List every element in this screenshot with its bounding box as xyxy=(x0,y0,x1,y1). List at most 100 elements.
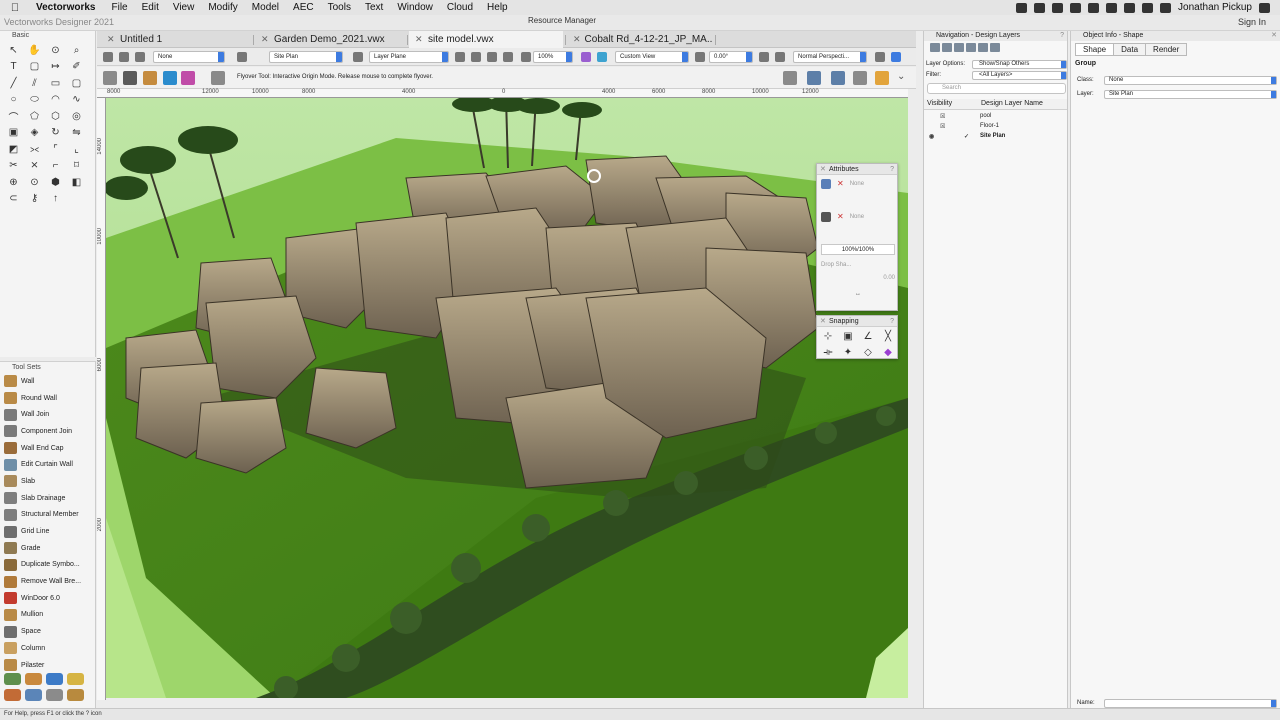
smart-points-icon[interactable]: ◇ xyxy=(858,344,878,360)
connect-tool-icon[interactable]: ⌐ xyxy=(45,158,66,175)
tab-shape[interactable]: Shape xyxy=(1075,43,1115,56)
grayed-visibility-icon[interactable]: ☒ xyxy=(940,113,945,120)
line-tool-icon[interactable]: ╱ xyxy=(3,75,24,92)
back-arrow-icon[interactable] xyxy=(103,52,113,62)
standard-view-select[interactable]: Custom View xyxy=(615,51,689,63)
toolset-item[interactable]: Grade xyxy=(0,540,95,557)
eyedropper-tool-icon[interactable]: ✐ xyxy=(66,59,87,76)
close-icon[interactable]: ✕ xyxy=(261,34,270,45)
active-class-select[interactable]: None xyxy=(153,51,225,63)
visible-eye-icon[interactable]: ◉ xyxy=(929,133,934,140)
split-tool-icon[interactable]: ✂ xyxy=(3,158,24,175)
close-icon[interactable]: ✕ xyxy=(820,164,826,175)
freehand-tool-icon[interactable]: ∿ xyxy=(66,92,87,109)
selection-tool-icon[interactable]: ↖ xyxy=(3,42,24,59)
layer-select[interactable]: Site Plan xyxy=(1104,89,1277,99)
unified-view-icon[interactable] xyxy=(875,71,889,85)
user-icon[interactable] xyxy=(1160,2,1172,13)
close-icon[interactable]: ✕ xyxy=(1271,31,1277,41)
search-icon[interactable] xyxy=(1142,2,1154,13)
grayed-visibility-icon[interactable]: ☒ xyxy=(940,123,945,130)
tab-data[interactable]: Data xyxy=(1113,43,1147,56)
zoom-level-select[interactable]: 100% xyxy=(533,51,573,63)
working-plane-select[interactable]: Layer Plane xyxy=(369,51,449,63)
toolset-item[interactable]: Edit Curtain Wall xyxy=(0,456,95,473)
close-icon[interactable]: ✕ xyxy=(573,34,581,45)
furniture-icon[interactable] xyxy=(4,689,21,701)
sign-in-button[interactable]: Sign In xyxy=(1238,17,1266,27)
toolset-item[interactable]: Wall Join xyxy=(0,406,95,423)
tab-garden-demo[interactable]: ✕ Garden Demo_2021.vwx xyxy=(255,31,405,48)
preferences-icon[interactable] xyxy=(181,71,195,85)
detailing-icon[interactable] xyxy=(25,689,42,701)
toolset-item[interactable]: Column xyxy=(0,640,95,657)
toolset-item[interactable]: Wall End Cap xyxy=(0,440,95,457)
fillet-tool-icon[interactable]: ⌜ xyxy=(45,141,66,158)
ortho-mode-icon[interactable] xyxy=(163,71,177,85)
dropbox-icon[interactable] xyxy=(1052,2,1064,13)
building-shell-icon[interactable] xyxy=(46,673,63,685)
bluetooth-icon[interactable] xyxy=(1106,2,1118,13)
design-layers-icon[interactable] xyxy=(942,43,952,52)
smart-edge-icon[interactable]: ◆ xyxy=(878,344,898,360)
view-cube-icon[interactable] xyxy=(581,52,591,62)
wifi-icon[interactable] xyxy=(1124,2,1136,13)
lasso-tool-icon[interactable]: ⊂ xyxy=(3,191,24,208)
toolset-item[interactable]: Grid Line xyxy=(0,523,95,540)
projection-select[interactable]: Normal Perspecti... xyxy=(793,51,867,63)
saved-views-icon[interactable] xyxy=(135,52,145,62)
menu-text[interactable]: Text xyxy=(358,2,390,13)
light-icon[interactable] xyxy=(831,71,845,85)
tab-cobalt-rd[interactable]: ✕ Cobalt Rd_4-12-21_JP_MA... xyxy=(567,31,713,48)
oval-tool-icon[interactable]: ⬭ xyxy=(24,92,45,109)
menu-help[interactable]: Help xyxy=(480,2,515,13)
toolset-item[interactable]: Wall xyxy=(0,373,95,390)
fit-to-window-icon[interactable] xyxy=(455,52,465,62)
reshape-tool-icon[interactable]: ◈ xyxy=(24,125,45,142)
menu-view[interactable]: View xyxy=(166,2,202,13)
saved-views-icon[interactable] xyxy=(978,43,988,52)
search-input[interactable]: Search xyxy=(927,83,1066,94)
layer-row-pool[interactable]: ☒ pool xyxy=(924,112,1067,122)
mirror-tool-icon[interactable]: ⇋ xyxy=(66,125,87,142)
sweep-tool-icon[interactable]: ▣ xyxy=(3,125,24,142)
visualization-icon[interactable] xyxy=(807,71,821,85)
box-mode-icon[interactable] xyxy=(143,71,157,85)
status-icon[interactable] xyxy=(1034,2,1046,13)
callout-tool-icon[interactable]: ▢ xyxy=(24,59,45,76)
app-menu[interactable]: Vectorworks xyxy=(30,2,104,13)
status-icon[interactable] xyxy=(1070,2,1082,13)
offset-tool-icon[interactable]: ⪥ xyxy=(24,141,45,158)
polygon-tool-icon[interactable]: ⬠ xyxy=(24,108,45,125)
chevron-down-icon[interactable]: ⌄ xyxy=(897,71,909,85)
rotate-view-icon[interactable] xyxy=(695,52,705,62)
measure-tool-icon[interactable]: ↑ xyxy=(45,191,66,208)
menu-tools[interactable]: Tools xyxy=(321,2,358,13)
toolset-item[interactable]: Slab xyxy=(0,473,95,490)
help-icon[interactable]: ? xyxy=(890,164,894,175)
clip-tool-icon[interactable]: ⌑ xyxy=(66,158,87,175)
sheet-layers-icon[interactable] xyxy=(954,43,964,52)
tab-render[interactable]: Render xyxy=(1145,43,1188,56)
zoom-tool-icon[interactable]: ⌕ xyxy=(66,42,87,59)
snap-to-tangent-icon[interactable]: ✦ xyxy=(838,344,858,360)
snap-to-intersection-icon[interactable]: ╳ xyxy=(878,328,898,344)
loci-tool-icon[interactable]: ⊕ xyxy=(3,174,24,191)
toolset-item[interactable]: WinDoor 6.0 xyxy=(0,590,95,607)
pen-row[interactable]: ✕ None xyxy=(821,211,895,222)
menu-window[interactable]: Window xyxy=(390,2,440,13)
snap-to-grid-icon[interactable]: ⊹ xyxy=(818,328,838,344)
flyover-mode-icon[interactable] xyxy=(103,71,117,85)
zoom-selection-icon[interactable] xyxy=(487,52,497,62)
close-icon[interactable]: ✕ xyxy=(820,316,826,327)
toolset-item[interactable]: Component Join xyxy=(0,423,95,440)
flyover-tool-icon[interactable]: ⊙ xyxy=(45,42,66,59)
snap-to-object-icon[interactable]: ▣ xyxy=(838,328,858,344)
layer-name-column-header[interactable]: Design Layer Name xyxy=(981,100,1043,107)
visibility-column-header[interactable]: Visibility xyxy=(927,100,952,107)
3d-locus-tool-icon[interactable]: ⊙ xyxy=(24,174,45,191)
site-planning-icon[interactable] xyxy=(4,673,21,685)
chamfer-tool-icon[interactable]: ⌞ xyxy=(66,141,87,158)
snap-to-distance-icon[interactable]: ⟛ xyxy=(818,344,838,360)
pan-tool-icon[interactable]: ✋ xyxy=(24,42,45,59)
